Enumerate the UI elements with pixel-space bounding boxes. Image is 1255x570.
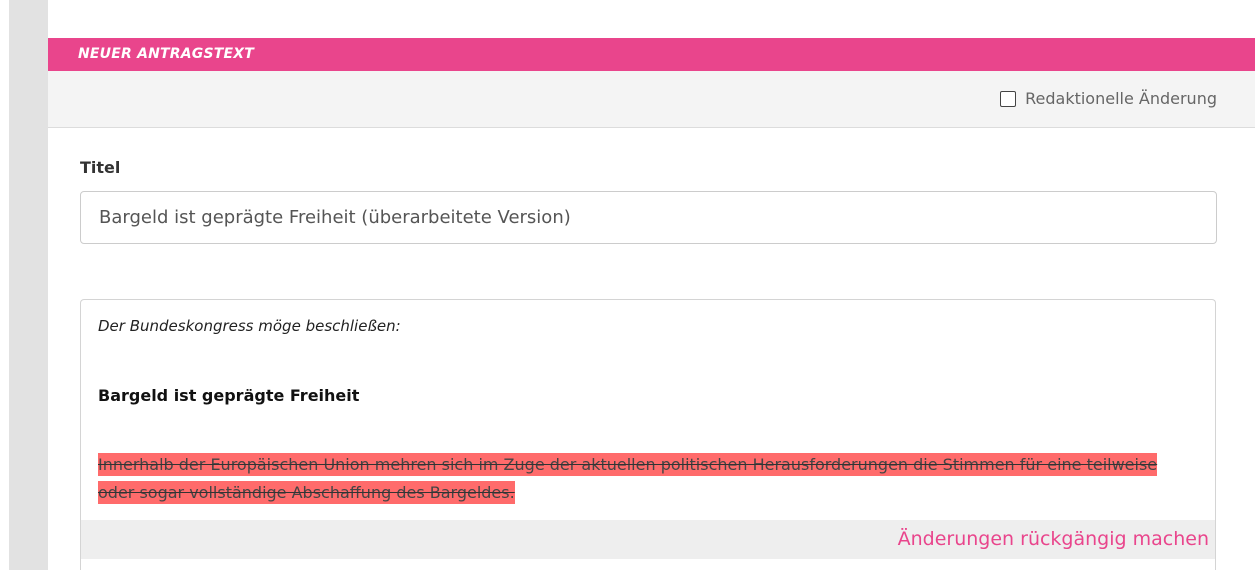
amendment-panel: NEUER ANTRAGSTEXT Redaktionelle Änderung…	[48, 0, 1255, 570]
deleted-paragraph: Innerhalb der Europäischen Union mehren …	[98, 451, 1178, 507]
redaktionell-checkbox-label[interactable]: Redaktionelle Änderung	[1000, 89, 1217, 108]
text-editor[interactable]: Der Bundeskongress möge beschließen: Bar…	[80, 299, 1216, 570]
editor-intro: Der Bundeskongress möge beschließen:	[98, 317, 401, 335]
undo-changes-link[interactable]: Änderungen rückgängig machen	[898, 520, 1215, 559]
redaktionell-label-text: Redaktionelle Änderung	[1025, 89, 1217, 108]
editor-heading: Bargeld ist geprägte Freiheit	[98, 386, 360, 405]
undo-bar: Änderungen rückgängig machen	[81, 520, 1215, 559]
title-label: Titel	[80, 158, 121, 177]
options-row: Redaktionelle Änderung	[48, 71, 1255, 128]
section-header: NEUER ANTRAGSTEXT	[48, 38, 1255, 71]
left-gutter	[0, 0, 48, 570]
gutter-bar	[9, 0, 48, 570]
deleted-text: Innerhalb der Europäischen Union mehren …	[98, 453, 1158, 504]
redaktionell-checkbox[interactable]	[1000, 90, 1017, 107]
title-input[interactable]	[80, 191, 1217, 244]
